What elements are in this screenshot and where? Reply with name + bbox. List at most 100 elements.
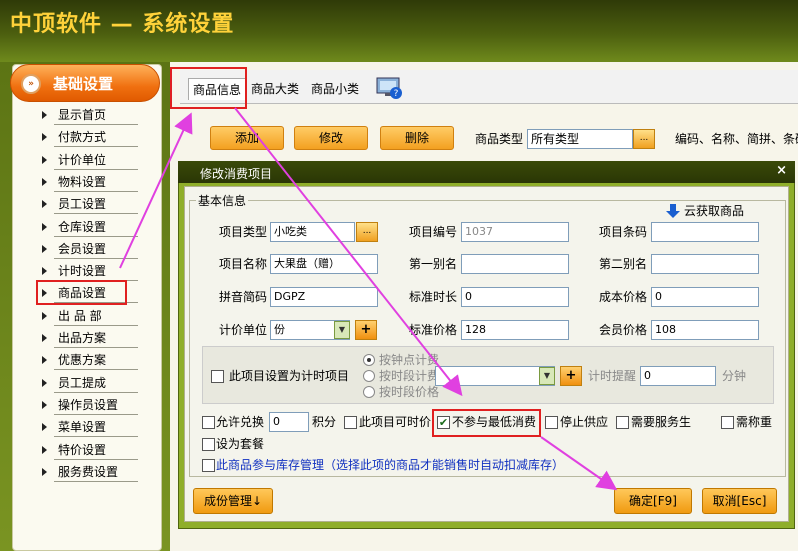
item-type-browse-button[interactable]: ...	[356, 222, 378, 242]
tab-product-subcategory[interactable]: 商品小类	[307, 78, 363, 100]
reminder-field[interactable]: 0	[640, 366, 716, 386]
component-manage-button[interactable]: 成份管理↓	[193, 488, 273, 514]
sidebar-item[interactable]: 显示首页	[38, 104, 158, 126]
divider	[54, 168, 138, 170]
std-price-field[interactable]: 128	[461, 320, 569, 340]
divider	[54, 324, 138, 326]
sidebar-item[interactable]: 仓库设置	[38, 216, 158, 238]
add-unit-button[interactable]: +	[355, 320, 377, 340]
triangle-right-icon	[42, 311, 47, 320]
down-arrow-icon	[666, 204, 680, 218]
item-name-label: 项目名称	[219, 257, 268, 271]
divider	[54, 458, 138, 460]
sidebar-item[interactable]: 出 品 部	[38, 305, 158, 327]
std-duration-field[interactable]: 0	[461, 287, 569, 307]
inventory-checkbox[interactable]	[202, 459, 215, 472]
exchange-points-field[interactable]: 0	[269, 412, 309, 432]
triangle-right-icon	[42, 378, 47, 387]
ok-button[interactable]: 确定[F9]	[614, 488, 692, 514]
alias1-field[interactable]	[461, 254, 569, 274]
need-service-checkbox[interactable]	[616, 416, 629, 429]
alias2-field[interactable]	[651, 254, 759, 274]
divider	[54, 190, 138, 192]
sidebar-item-label: 物料设置	[58, 174, 107, 189]
item-code-field[interactable]: 1037	[461, 222, 569, 242]
radio-by-hour[interactable]	[363, 354, 375, 366]
tab-label: 商品大类	[251, 82, 300, 96]
add-button[interactable]: 添加	[210, 126, 284, 150]
triangle-right-icon	[42, 423, 47, 432]
triangle-right-icon	[42, 445, 47, 454]
radio-by-period-price[interactable]	[363, 386, 375, 398]
category-label: 商品类型	[475, 132, 524, 146]
unit-label: 计价单位	[219, 323, 268, 337]
cancel-button[interactable]: 取消[Esc]	[702, 488, 777, 514]
tab-product-category[interactable]: 商品大类	[247, 78, 303, 100]
edit-button[interactable]: 修改	[294, 126, 368, 150]
add-period-button[interactable]: +	[560, 366, 582, 386]
need-weigh-checkbox[interactable]	[721, 416, 734, 429]
close-icon[interactable]: ×	[776, 163, 787, 178]
std-duration-label: 标准时长	[409, 290, 458, 304]
sidebar-item-label: 出 品 部	[58, 308, 102, 323]
timed-price-checkbox[interactable]	[344, 416, 357, 429]
highlight-checkbox-box	[432, 409, 541, 437]
triangle-right-icon	[42, 356, 47, 365]
divider	[54, 257, 138, 259]
sidebar-item[interactable]: 菜单设置	[38, 416, 158, 438]
sidebar-item[interactable]: 付款方式	[38, 126, 158, 148]
item-type-field[interactable]: 小吃类	[270, 222, 355, 242]
sidebar-item[interactable]: 物料设置	[38, 171, 158, 193]
divider	[54, 436, 138, 438]
pinyin-label: 拼音简码	[219, 290, 268, 304]
stop-supply-checkbox[interactable]	[545, 416, 558, 429]
divider	[54, 369, 138, 371]
triangle-right-icon	[42, 244, 47, 253]
sidebar-item[interactable]: 操作员设置	[38, 394, 158, 416]
radio-by-period-price-label: 按时段价格	[379, 385, 440, 399]
divider	[54, 413, 138, 415]
category-browse-button[interactable]: ...	[633, 129, 655, 149]
title-bar: 中顶软件 — 系统设置	[0, 0, 798, 62]
divider	[54, 391, 138, 393]
triangle-right-icon	[42, 200, 47, 209]
chevron-down-icon[interactable]: ▼	[334, 321, 350, 339]
set-combo-checkbox[interactable]	[202, 438, 215, 451]
app-title: 中顶软件 — 系统设置	[10, 12, 235, 37]
delete-button[interactable]: 删除	[380, 126, 454, 150]
sidebar-item[interactable]: 计时设置	[38, 260, 158, 282]
pinyin-field[interactable]: DGPZ	[270, 287, 378, 307]
sidebar-item[interactable]: 计价单位	[38, 149, 158, 171]
radio-by-period-fee[interactable]	[363, 370, 375, 382]
monitor-help-icon[interactable]: ?	[376, 76, 404, 100]
item-name-field[interactable]: 大果盘（赠）	[270, 254, 378, 274]
cost-field[interactable]: 0	[651, 287, 759, 307]
barcode-field[interactable]	[651, 222, 759, 242]
cost-label: 成本价格	[599, 290, 648, 304]
sidebar-item[interactable]: 优惠方案	[38, 349, 158, 371]
divider	[54, 213, 138, 215]
sidebar-item-label: 计时设置	[58, 264, 107, 279]
category-select[interactable]: 所有类型	[527, 129, 633, 149]
alias1-label: 第一别名	[409, 257, 458, 271]
need-weigh-label: 需称重	[736, 415, 773, 429]
exchange-checkbox[interactable]	[202, 416, 215, 429]
sidebar-item-label: 计价单位	[58, 152, 107, 167]
sidebar-item[interactable]: 特价设置	[38, 439, 158, 461]
chevron-down-icon[interactable]: ▼	[539, 367, 555, 385]
triangle-right-icon	[42, 222, 47, 231]
sidebar-item[interactable]: 出品方案	[38, 327, 158, 349]
member-price-field[interactable]: 108	[651, 320, 759, 340]
search-hint: 编码、名称、简拼、条码	[675, 132, 798, 146]
sidebar-header-label: 基础设置	[53, 75, 114, 93]
sidebar-item[interactable]: 员工提成	[38, 372, 158, 394]
period-select[interactable]	[435, 366, 555, 386]
sidebar-item[interactable]: 服务费设置	[38, 461, 158, 483]
triangle-right-icon	[42, 400, 47, 409]
sidebar-header[interactable]: » 基础设置	[10, 64, 160, 102]
timing-checkbox[interactable]	[211, 370, 224, 383]
triangle-right-icon	[42, 467, 47, 476]
sidebar-item[interactable]: 员工设置	[38, 193, 158, 215]
sidebar-item[interactable]: 会员设置	[38, 238, 158, 260]
triangle-right-icon	[42, 111, 47, 119]
